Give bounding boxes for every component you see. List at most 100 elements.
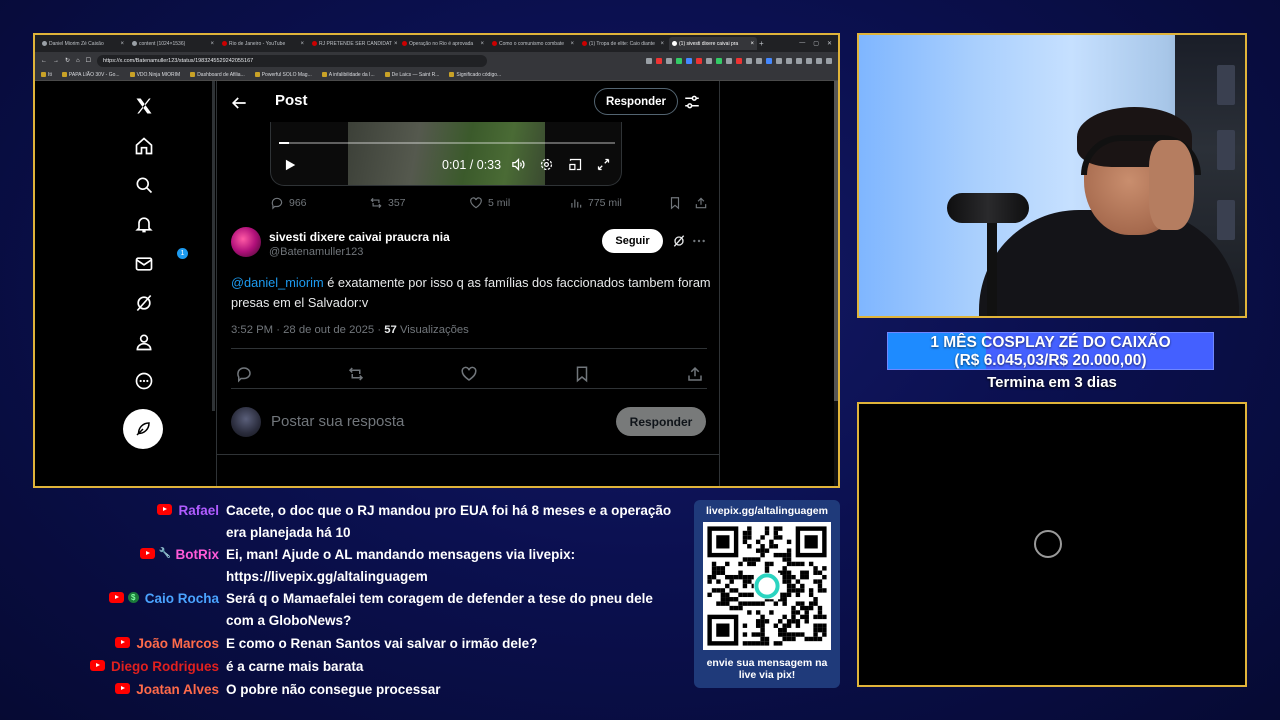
- extension-icon[interactable]: [706, 57, 712, 64]
- tab-close-icon[interactable]: ×: [480, 41, 484, 47]
- browser-tab[interactable]: Daniel Miorim Zé Caixão ×: [39, 37, 127, 50]
- replies-stat[interactable]: 966: [270, 196, 307, 210]
- tab-close-icon[interactable]: ×: [570, 41, 574, 47]
- play-icon[interactable]: [283, 158, 297, 172]
- browser-tab[interactable]: RJ PRETENDE SER CANDIDAT×: [309, 37, 397, 50]
- follow-button[interactable]: Seguir: [602, 229, 663, 253]
- search-icon[interactable]: [131, 172, 157, 198]
- extension-icon[interactable]: [756, 57, 762, 64]
- forward-icon[interactable]: →: [53, 58, 59, 64]
- mention-link[interactable]: @daniel_miorim: [231, 275, 324, 290]
- bookmark-item[interactable]: A infalibilidade da I...: [321, 72, 375, 78]
- browser-tab[interactable]: (1) Tropa de elite: Caio diante ×: [579, 37, 667, 50]
- minimize-icon[interactable]: —: [799, 40, 805, 47]
- scrollbar-thumb[interactable]: [834, 81, 838, 401]
- back-icon[interactable]: ←: [41, 58, 47, 64]
- author-handle[interactable]: @Batenamuller123: [269, 246, 363, 258]
- share-icon[interactable]: [694, 196, 708, 210]
- tab-close-icon[interactable]: ×: [210, 41, 214, 47]
- nav-scrollbar[interactable]: [212, 81, 215, 411]
- chat-username[interactable]: João Marcos: [136, 633, 219, 655]
- browser-tab[interactable]: Como o comunismo combate ×: [489, 37, 577, 50]
- address-bar[interactable]: https://x.com/Batenamuller123/status/198…: [97, 54, 488, 67]
- avatar[interactable]: [231, 227, 261, 257]
- volume-icon[interactable]: [511, 157, 526, 172]
- tab-close-icon[interactable]: ×: [750, 41, 754, 47]
- picture-in-picture-icon[interactable]: [568, 157, 583, 172]
- chat-username[interactable]: BotRix: [176, 544, 220, 566]
- likes-stat[interactable]: 5 mil: [469, 196, 510, 210]
- browser-tab[interactable]: (1) sivesti dixere caivai pra ×: [669, 37, 757, 50]
- browser-tab[interactable]: Operação no Rio é aprovada ×: [399, 37, 487, 50]
- reply-icon[interactable]: [235, 365, 253, 383]
- post-timestamp[interactable]: 3:52 PM · 28 de out de 2025 ·: [231, 324, 384, 336]
- maximize-icon[interactable]: ▢: [813, 40, 819, 47]
- extension-icon[interactable]: [776, 57, 782, 64]
- browser-tab[interactable]: content (1024×1536) ×: [129, 37, 217, 50]
- author-name[interactable]: sivesti dixere caivai praucra nia: [269, 230, 450, 244]
- chat-username[interactable]: Diego Rodrigues: [111, 656, 219, 678]
- bookmark-item[interactable]: Dashboard de Afilia...: [190, 72, 245, 78]
- extension-icon[interactable]: [816, 57, 822, 64]
- profile-icon[interactable]: [131, 329, 157, 355]
- fullscreen-icon[interactable]: [596, 157, 611, 172]
- video-progress-bar[interactable]: [279, 142, 615, 144]
- extension-icon[interactable]: [726, 57, 732, 64]
- reposts-stat[interactable]: 357: [369, 196, 406, 210]
- extension-icon[interactable]: [806, 57, 812, 64]
- bookmark-icon[interactable]: [668, 196, 682, 210]
- extension-icon[interactable]: [826, 57, 832, 64]
- bookmark-icon[interactable]: [573, 365, 591, 383]
- bookmark-item[interactable]: PAPA LIÃO 30V - Go...: [61, 72, 120, 78]
- home-icon[interactable]: [131, 133, 157, 159]
- extension-icon[interactable]: [766, 57, 772, 64]
- grok-icon[interactable]: [671, 233, 687, 249]
- extension-icon[interactable]: [736, 57, 742, 64]
- tab-close-icon[interactable]: ×: [660, 41, 664, 47]
- bookmark-star-icon[interactable]: ☐: [86, 57, 91, 64]
- chat-username[interactable]: Rafael: [178, 500, 219, 522]
- page-scrollbar[interactable]: [834, 81, 838, 486]
- bookmark-item[interactable]: Powerful SOLO Mag...: [254, 72, 312, 78]
- extension-icon[interactable]: [666, 57, 672, 64]
- chat-username[interactable]: Joatan Alves: [136, 679, 219, 701]
- chat-username[interactable]: Caio Rocha: [145, 588, 219, 610]
- tab-close-icon[interactable]: ×: [120, 41, 124, 47]
- bookmark-item[interactable]: VDO.Ninja MIORIM: [129, 72, 180, 78]
- reply-input[interactable]: Postar sua resposta: [271, 413, 404, 430]
- extension-icon[interactable]: [646, 57, 652, 64]
- reload-icon[interactable]: ↻: [65, 57, 70, 64]
- extension-icon[interactable]: [696, 57, 702, 64]
- home-browser-icon[interactable]: ⌂: [76, 58, 80, 64]
- tab-close-icon[interactable]: ×: [300, 41, 304, 47]
- heart-icon[interactable]: [460, 365, 478, 383]
- bookmark-item[interactable]: De Laics — Saint R...: [384, 72, 439, 78]
- bell-icon[interactable]: [131, 211, 157, 237]
- reply-button[interactable]: Responder: [594, 88, 678, 115]
- avatar[interactable]: [231, 407, 261, 437]
- tab-close-icon[interactable]: ×: [394, 41, 397, 47]
- sliders-icon[interactable]: [683, 93, 701, 111]
- bookmark-item[interactable]: Iti: [41, 72, 52, 78]
- close-window-icon[interactable]: ✕: [827, 40, 832, 47]
- submit-reply-button[interactable]: Responder: [616, 407, 706, 436]
- extension-icon[interactable]: [676, 57, 682, 64]
- grok-icon[interactable]: [131, 290, 157, 316]
- extension-icon[interactable]: [746, 57, 752, 64]
- browser-tab[interactable]: Rio de Janeiro - YouTube ×: [219, 37, 307, 50]
- share-icon[interactable]: [686, 365, 704, 383]
- extension-icon[interactable]: [786, 57, 792, 64]
- extension-icon[interactable]: [796, 57, 802, 64]
- extension-icon[interactable]: [686, 57, 692, 64]
- extension-icon[interactable]: [656, 57, 662, 64]
- x-logo-icon[interactable]: [131, 93, 157, 119]
- repost-icon[interactable]: [347, 365, 365, 383]
- video-player[interactable]: 0:01 / 0:33: [270, 122, 622, 186]
- new-tab-button[interactable]: +: [759, 39, 764, 48]
- mail-icon[interactable]: [131, 251, 157, 277]
- bookmark-item[interactable]: Significado código...: [449, 72, 501, 78]
- views-stat[interactable]: 775 mil: [569, 196, 622, 210]
- more-horizontal-icon[interactable]: [691, 233, 707, 249]
- back-arrow-icon[interactable]: [229, 93, 249, 113]
- compose-post-button[interactable]: [123, 409, 163, 449]
